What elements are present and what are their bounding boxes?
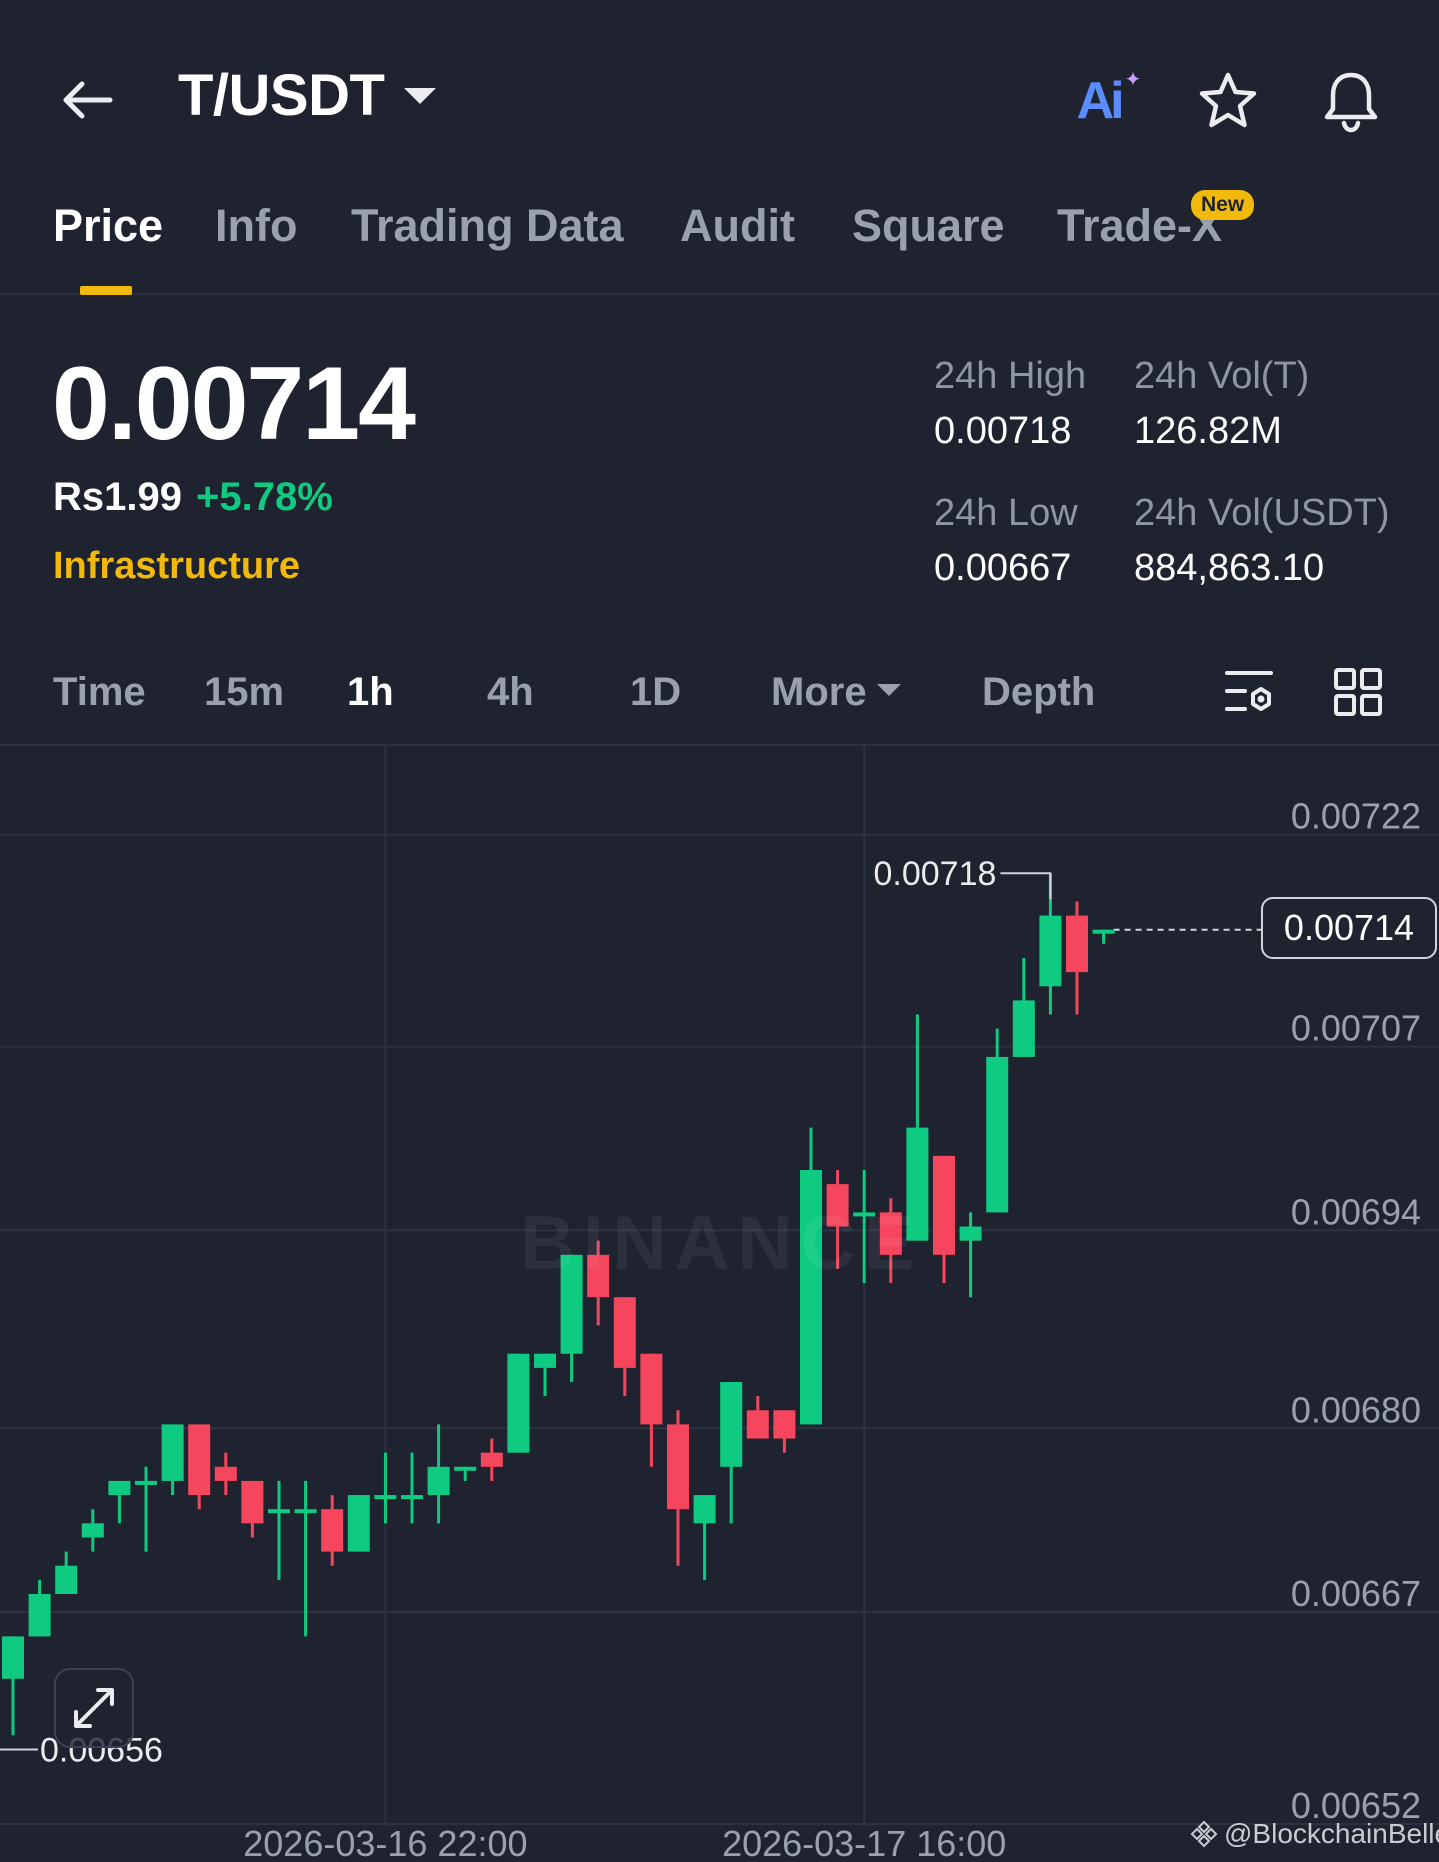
candle-body bbox=[427, 1466, 450, 1496]
candle-body bbox=[480, 1452, 503, 1467]
interval-15m[interactable]: 15m bbox=[204, 670, 284, 715]
candle-body bbox=[161, 1424, 184, 1481]
candle-body bbox=[1066, 915, 1088, 973]
candle-body bbox=[347, 1495, 370, 1552]
candle-body bbox=[693, 1495, 716, 1524]
candle-body bbox=[454, 1466, 477, 1471]
candle-body bbox=[773, 1410, 796, 1439]
y-tick-label: 0.00680 bbox=[1291, 1389, 1421, 1430]
new-badge: New bbox=[1191, 190, 1255, 220]
fiat-price: Rs1.99 bbox=[53, 475, 182, 519]
candle-body bbox=[1012, 1000, 1035, 1057]
candle-body bbox=[2, 1636, 24, 1679]
dropdown-caret-icon bbox=[404, 87, 437, 104]
pair-selector[interactable]: T/USDT bbox=[178, 62, 437, 129]
candle-body bbox=[81, 1523, 104, 1538]
candle-body bbox=[1039, 915, 1062, 987]
interval-more[interactable]: More bbox=[771, 670, 901, 715]
chart-area[interactable]: 0.00722 0.00707 0.00694 0.00680 0.00667 0.006… bbox=[0, 744, 1439, 1862]
candle-body bbox=[507, 1353, 530, 1453]
candle-body bbox=[667, 1424, 689, 1510]
grid-layout-icon[interactable] bbox=[1328, 662, 1388, 722]
stat-24h-high: 24h High 0.00718 bbox=[934, 355, 1086, 453]
active-tab-indicator bbox=[80, 286, 132, 295]
stat-label: 24h Vol(USDT) bbox=[1134, 492, 1390, 534]
bell-icon[interactable] bbox=[1316, 66, 1386, 136]
stat-value: 0.00718 bbox=[934, 410, 1072, 452]
tab-trading-data[interactable]: Trading Data bbox=[351, 200, 624, 252]
stat-label: 24h Vol(T) bbox=[1134, 355, 1310, 397]
candle-body bbox=[28, 1594, 51, 1637]
candle-body bbox=[294, 1509, 317, 1514]
candle-body bbox=[241, 1480, 264, 1524]
binance-watermark: BINANCE bbox=[520, 1201, 923, 1286]
candle-body bbox=[959, 1226, 982, 1241]
ai-label: Ai bbox=[1076, 72, 1125, 130]
candle-body bbox=[534, 1353, 556, 1368]
y-tick-label: 0.00722 bbox=[1291, 796, 1421, 837]
x-tick-label: 2026-03-17 16:00 bbox=[722, 1823, 1006, 1862]
candle-body bbox=[986, 1056, 1009, 1213]
tab-price[interactable]: Price bbox=[53, 200, 163, 252]
expand-icon[interactable] bbox=[54, 1668, 134, 1748]
binance-logo-icon bbox=[1190, 1820, 1218, 1848]
price-change: +5.78% bbox=[195, 475, 333, 519]
y-tick-label: 0.00694 bbox=[1291, 1191, 1421, 1232]
candle-body bbox=[108, 1480, 131, 1496]
back-arrow-icon[interactable] bbox=[55, 70, 119, 130]
candle-body bbox=[720, 1382, 743, 1467]
current-price-tag: 0.00714 bbox=[1261, 896, 1437, 959]
candle-body bbox=[55, 1565, 78, 1594]
candle-body bbox=[321, 1509, 344, 1552]
interval-1h[interactable]: 1h bbox=[347, 670, 394, 715]
candle-body bbox=[268, 1509, 290, 1514]
candle-body bbox=[214, 1466, 237, 1481]
candle-body bbox=[613, 1297, 636, 1368]
interval-4h[interactable]: 4h bbox=[487, 670, 534, 715]
chevron-down-icon bbox=[876, 684, 901, 697]
top-bar: T/USDT Ai ✦ bbox=[0, 0, 1439, 190]
credit-label: @BlockchainBelle bbox=[1224, 1818, 1439, 1849]
candle-body bbox=[188, 1424, 211, 1496]
y-tick-label: 0.00707 bbox=[1291, 1008, 1421, 1049]
tab-info[interactable]: Info bbox=[215, 200, 297, 252]
candle-body bbox=[1092, 929, 1115, 934]
candle-body bbox=[746, 1410, 769, 1439]
high-marker-line bbox=[1000, 872, 1052, 900]
interval-depth[interactable]: Depth bbox=[982, 670, 1095, 715]
stat-24h-low: 24h Low 0.00667 bbox=[934, 492, 1078, 590]
last-price: 0.00714 bbox=[52, 346, 416, 462]
candle-body bbox=[933, 1155, 955, 1255]
high-marker-label: 0.00718 bbox=[873, 855, 996, 893]
interval-time[interactable]: Time bbox=[53, 670, 146, 715]
stat-label: 24h Low bbox=[934, 492, 1078, 534]
candle-body bbox=[640, 1353, 663, 1425]
price-sub-row: Rs1.99 +5.78% bbox=[53, 475, 333, 520]
candle-body bbox=[374, 1495, 397, 1500]
x-tick-label: 2026-03-16 22:00 bbox=[243, 1823, 527, 1862]
stat-label: 24h High bbox=[934, 355, 1087, 397]
y-tick-label: 0.00667 bbox=[1291, 1573, 1421, 1614]
candle-body bbox=[401, 1495, 423, 1500]
ai-icon[interactable]: Ai ✦ bbox=[1070, 66, 1142, 136]
stat-24h-vol-t: 24h Vol(T) 126.82M bbox=[1134, 355, 1309, 453]
interval-more-label: More bbox=[771, 670, 867, 714]
stat-value: 884,863.10 bbox=[1134, 547, 1325, 589]
category-tag[interactable]: Infrastructure bbox=[53, 545, 300, 588]
stat-value: 0.00667 bbox=[934, 547, 1072, 589]
stat-value: 126.82M bbox=[1134, 410, 1282, 452]
candle-body bbox=[135, 1480, 157, 1485]
tab-square[interactable]: Square bbox=[852, 200, 1005, 252]
stat-24h-vol-usdt: 24h Vol(USDT) 884,863.10 bbox=[1134, 492, 1390, 590]
pair-title: T/USDT bbox=[178, 63, 385, 128]
tab-audit[interactable]: Audit bbox=[680, 200, 795, 252]
star-icon[interactable] bbox=[1193, 66, 1263, 136]
indicator-settings-icon[interactable] bbox=[1220, 662, 1280, 722]
interval-1d[interactable]: 1D bbox=[630, 670, 681, 715]
credit-text: @BlockchainBelle bbox=[1190, 1818, 1439, 1850]
candlestick-chart[interactable]: 0.007220.007070.006940.006800.006670.006… bbox=[0, 746, 1439, 1862]
